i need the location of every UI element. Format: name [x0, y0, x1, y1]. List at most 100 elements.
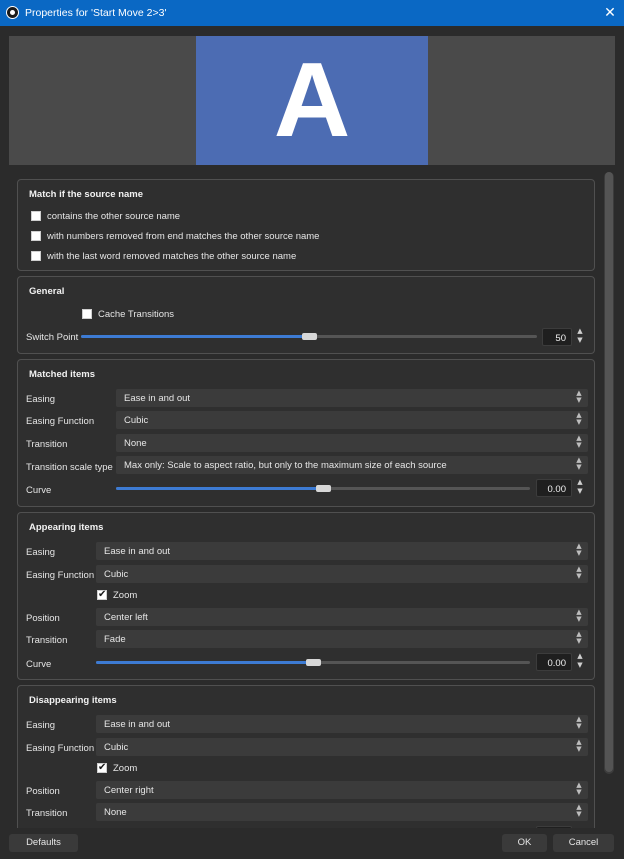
- checkbox-box[interactable]: [31, 211, 41, 221]
- updown-chevron-icon: ▲ ▼: [576, 434, 582, 449]
- slider-handle[interactable]: [316, 485, 331, 492]
- switch-point-label: Switch Point: [26, 332, 79, 343]
- slider-fill: [116, 487, 318, 490]
- ok-button[interactable]: OK: [502, 834, 547, 852]
- spin-field[interactable]: 0.00: [536, 479, 572, 497]
- group-title: General: [29, 286, 65, 297]
- cache-transitions-checkbox[interactable]: Cache Transitions: [82, 307, 174, 321]
- position-select[interactable]: Center left ▲ ▼: [96, 608, 588, 626]
- transition-select[interactable]: Fade ▲ ▼: [96, 630, 588, 648]
- select-value: Max only: Scale to aspect ratio, but onl…: [124, 460, 447, 471]
- easing-function-select[interactable]: Cubic ▲ ▼: [116, 411, 588, 429]
- curve-spinbox[interactable]: 0.00 ▲ ▼: [536, 652, 588, 672]
- general-group: General Cache Transitions Switch Point 5…: [17, 276, 595, 354]
- curve-slider[interactable]: [116, 482, 530, 496]
- spin-field[interactable]: 50: [542, 328, 572, 346]
- easing-select[interactable]: Ease in and out ▲ ▼: [96, 715, 588, 733]
- easing-select[interactable]: Ease in and out ▲ ▼: [96, 542, 588, 560]
- transition-preview: A: [9, 36, 615, 165]
- slider-fill: [81, 335, 304, 338]
- transition-scale-type-label: Transition scale type: [26, 462, 113, 473]
- group-title: Matched items: [29, 369, 95, 380]
- curve-spinbox[interactable]: 0.00 ▲ ▼: [536, 478, 588, 498]
- select-value: Cubic: [124, 415, 149, 426]
- easing-label: Easing: [26, 394, 56, 405]
- match-last-word-removed-checkbox[interactable]: with the last word removed matches the o…: [31, 249, 296, 263]
- preview-slide: A: [196, 36, 428, 165]
- window-titlebar: Properties for 'Start Move 2>3' ✕: [0, 0, 624, 26]
- defaults-button[interactable]: Defaults: [9, 834, 78, 852]
- scrollbar-thumb[interactable]: [605, 172, 613, 772]
- transition-scale-type-select[interactable]: Max only: Scale to aspect ratio, but onl…: [116, 456, 588, 474]
- spin-value: 0.00: [547, 658, 567, 669]
- updown-chevron-icon[interactable]: ▲ ▼: [574, 327, 586, 347]
- easing-function-label: Easing Function: [26, 416, 95, 427]
- easing-function-select[interactable]: Cubic ▲ ▼: [96, 738, 588, 756]
- appearing-items-group: Appearing items Easing Ease in and out ▲…: [17, 512, 595, 680]
- zoom-checkbox[interactable]: Zoom: [97, 588, 137, 602]
- updown-chevron-icon: ▲ ▼: [576, 608, 582, 623]
- updown-chevron-icon: ▲ ▼: [576, 565, 582, 580]
- transition-select[interactable]: None ▲ ▼: [96, 803, 588, 821]
- spin-field[interactable]: 0.00: [536, 653, 572, 671]
- spin-value: 0.00: [547, 484, 567, 495]
- checkbox-label: with the last word removed matches the o…: [47, 250, 297, 262]
- updown-chevron-icon[interactable]: ▲ ▼: [574, 478, 586, 498]
- spin-field[interactable]: [536, 826, 572, 828]
- group-title: Disappearing items: [29, 695, 117, 706]
- select-value: Center right: [104, 785, 154, 796]
- match-group: Match if the source name contains the ot…: [17, 179, 595, 271]
- updown-chevron-icon: ▲ ▼: [576, 630, 582, 645]
- obs-logo-icon: [6, 6, 19, 19]
- select-value: Fade: [104, 634, 126, 645]
- updown-chevron-icon: ▲ ▼: [576, 411, 582, 426]
- easing-label: Easing: [26, 720, 56, 731]
- easing-function-select[interactable]: Cubic ▲ ▼: [96, 565, 588, 583]
- vertical-scrollbar[interactable]: [604, 172, 614, 774]
- cancel-button[interactable]: Cancel: [553, 834, 614, 852]
- preview-letter: A: [273, 41, 351, 159]
- properties-scroll-area[interactable]: Match if the source name contains the ot…: [9, 170, 615, 828]
- position-select[interactable]: Center right ▲ ▼: [96, 781, 588, 799]
- curve-spinbox-partial[interactable]: [536, 826, 588, 828]
- updown-chevron-icon: ▲ ▼: [576, 738, 582, 753]
- checkbox-box[interactable]: [97, 589, 107, 600]
- curve-label: Curve: [26, 659, 52, 670]
- transition-label: Transition: [26, 439, 68, 450]
- match-contains-checkbox[interactable]: contains the other source name: [31, 209, 180, 223]
- slider-fill: [96, 661, 308, 664]
- checkbox-label: with numbers removed from end matches th…: [47, 230, 320, 242]
- updown-chevron-icon: ▲ ▼: [576, 456, 582, 471]
- checkbox-label: contains the other source name: [47, 210, 181, 222]
- updown-chevron-icon: ▲ ▼: [576, 781, 582, 796]
- updown-chevron-icon: ▲ ▼: [576, 715, 582, 730]
- easing-select[interactable]: Ease in and out ▲ ▼: [116, 389, 588, 407]
- group-title: Match if the source name: [29, 189, 144, 200]
- slider-handle[interactable]: [302, 333, 317, 340]
- updown-chevron-icon: ▲ ▼: [576, 803, 582, 818]
- curve-label: Curve: [26, 485, 52, 496]
- checkbox-box[interactable]: [31, 251, 41, 261]
- select-value: Center left: [104, 612, 148, 623]
- group-title: Appearing items: [29, 522, 104, 533]
- checkbox-label: Cache Transitions: [98, 308, 175, 320]
- select-value: Cubic: [104, 569, 129, 580]
- close-icon[interactable]: ✕: [602, 3, 618, 21]
- match-numbers-removed-checkbox[interactable]: with numbers removed from end matches th…: [31, 229, 319, 243]
- checkbox-box[interactable]: [97, 762, 107, 773]
- transition-label: Transition: [26, 635, 68, 646]
- checkbox-label: Zoom: [113, 589, 138, 601]
- curve-slider[interactable]: [96, 656, 530, 670]
- spin-value: 50: [555, 333, 566, 344]
- checkbox-label: Zoom: [113, 762, 138, 774]
- switch-point-spinbox[interactable]: 50 ▲ ▼: [542, 327, 588, 347]
- window-title: Properties for 'Start Move 2>3': [25, 7, 167, 19]
- checkbox-box[interactable]: [82, 309, 92, 319]
- switch-point-slider[interactable]: [81, 330, 537, 344]
- slider-handle[interactable]: [306, 659, 321, 666]
- zoom-checkbox[interactable]: Zoom: [97, 761, 137, 775]
- updown-chevron-icon[interactable]: ▲ ▼: [574, 652, 586, 672]
- transition-select[interactable]: None ▲ ▼: [116, 434, 588, 452]
- checkbox-box[interactable]: [31, 231, 41, 241]
- select-value: Ease in and out: [104, 546, 171, 557]
